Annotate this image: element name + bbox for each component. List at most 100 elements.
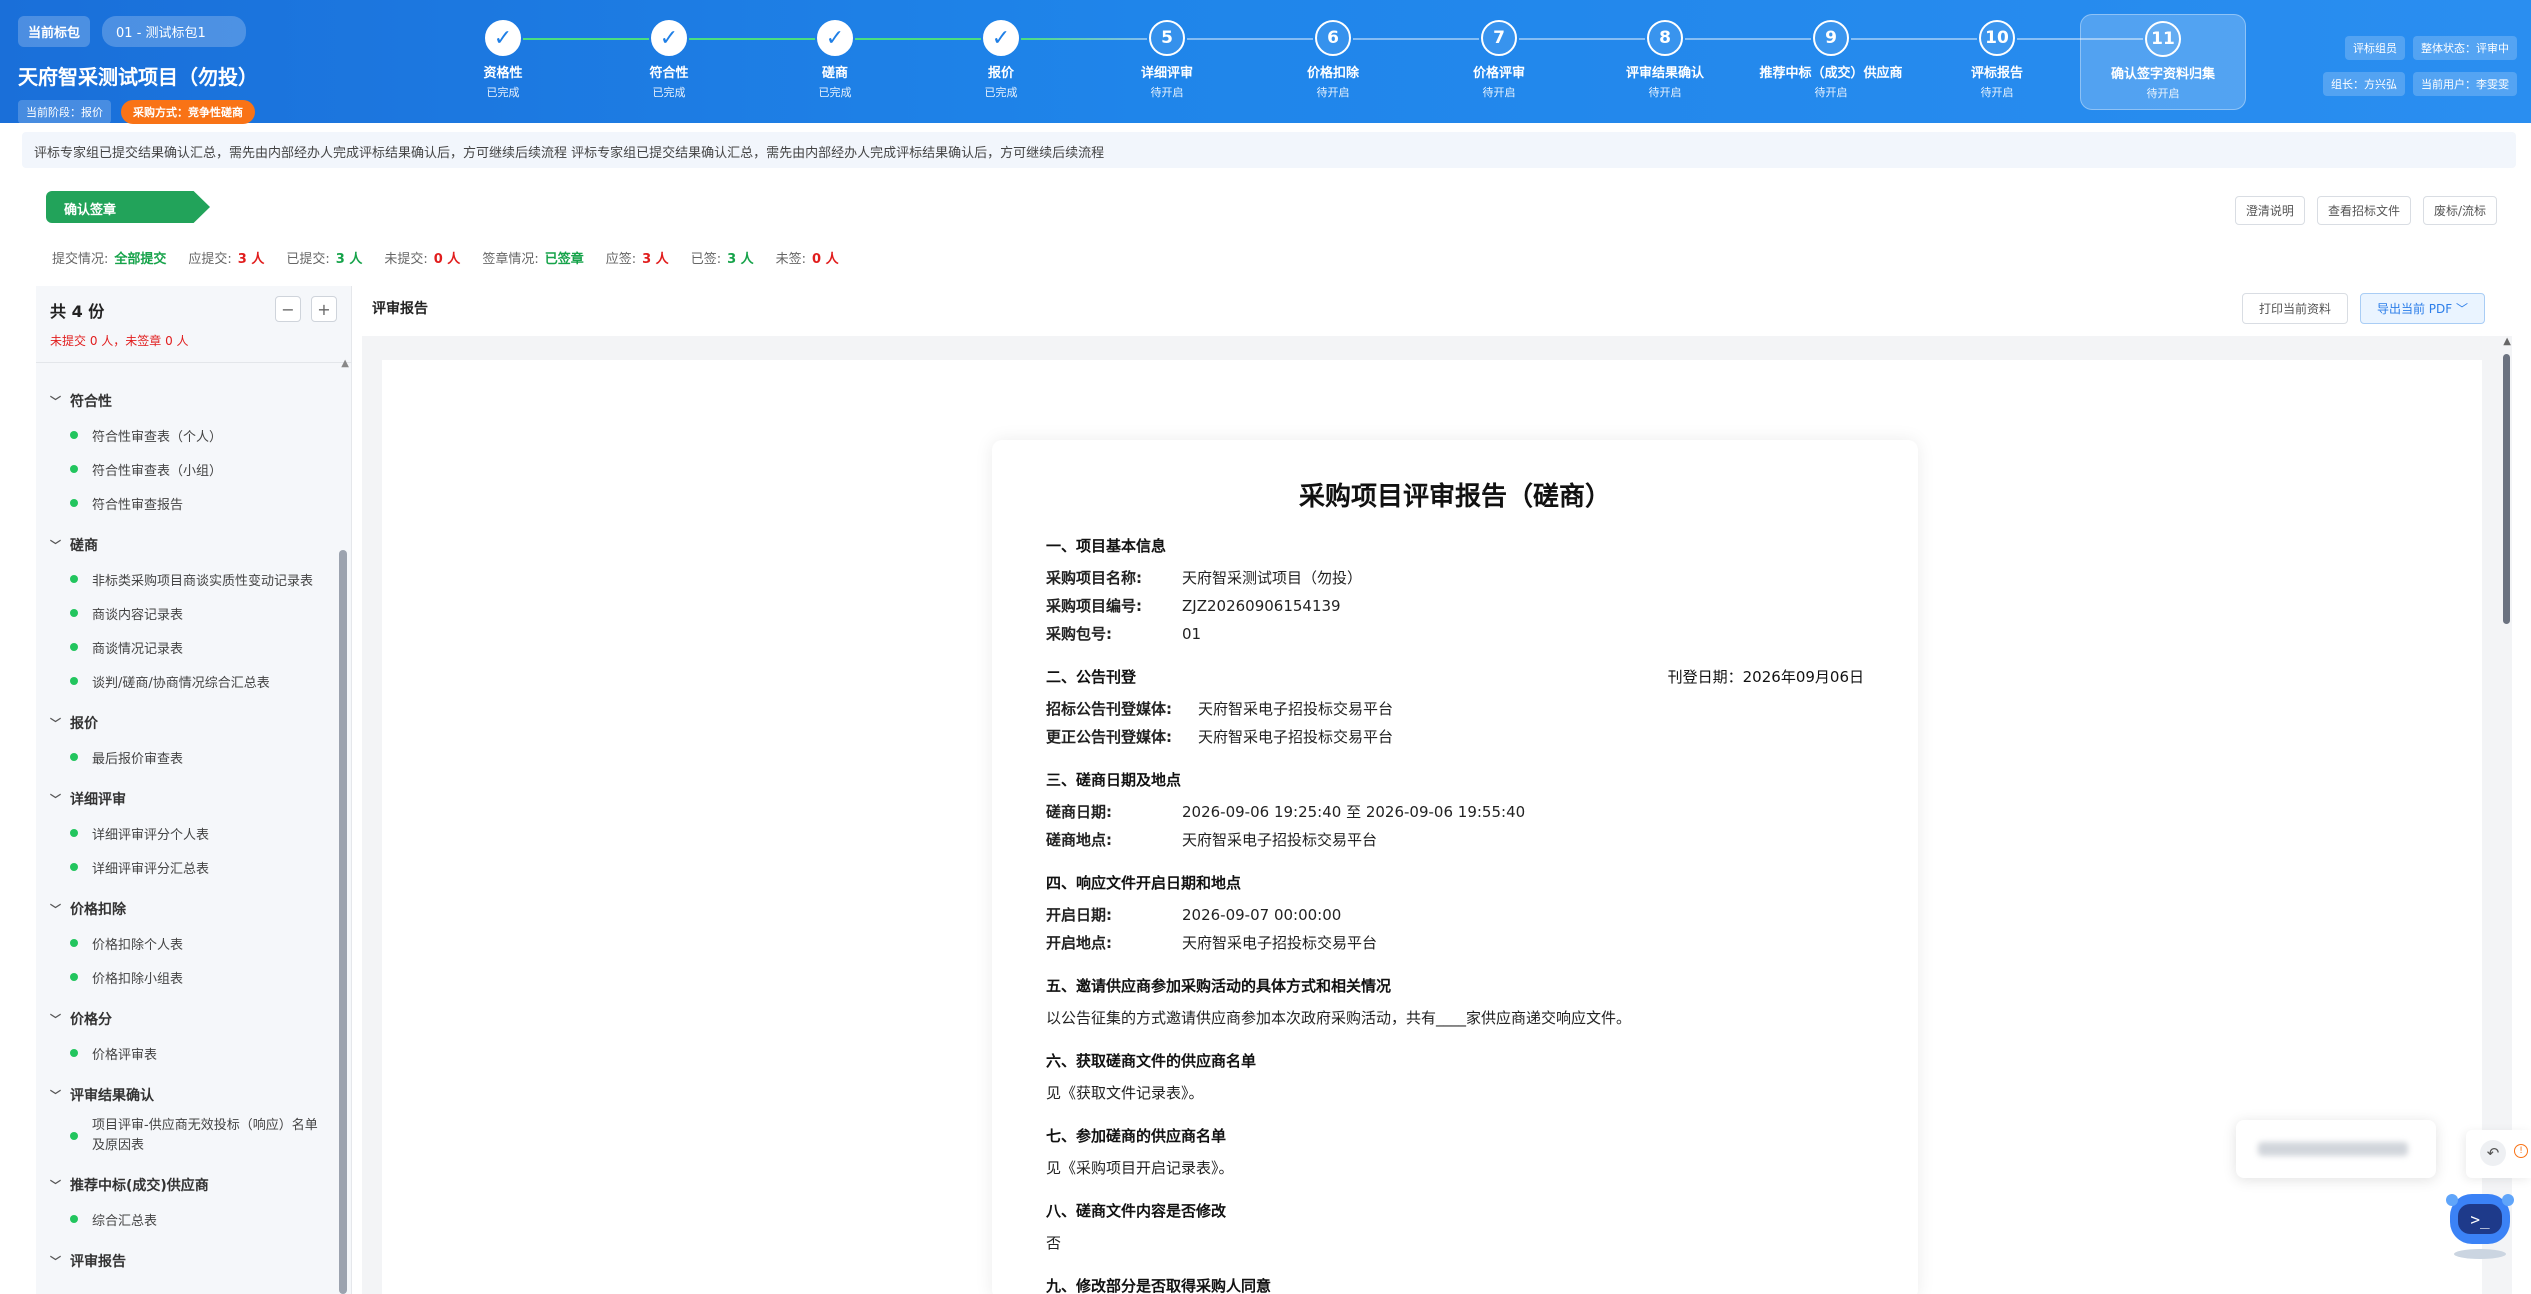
tree-item[interactable]: 符合性审查报告 [50,486,326,520]
view-tender-doc-button[interactable]: 查看招标文件 [2316,196,2411,225]
status-dot-icon [70,575,78,583]
step-name: 评审结果确认 [1625,66,1704,81]
chevron-down-icon: ﹀ [50,717,61,730]
tree-item[interactable]: 符合性审查表（小组） [50,452,326,486]
tree-group[interactable]: ﹀ 报价 [50,706,326,740]
export-pdf-button[interactable]: 导出当前 PDF ﹀ [2359,293,2485,324]
tree-item[interactable]: 详细评审评分个人表 [50,816,326,850]
status-dot-icon [70,1049,78,1057]
document-tree-panel: 共 4 份 未提交 0 人，未签章 0 人 − + ▲ ﹀ 符合性 符合性审查表（个… [36,286,352,1294]
tree-group[interactable]: ﹀ 评审结果确认 [50,1078,326,1112]
step-status: 待开启 [1150,86,1184,99]
role-chip: 评标组员 [2345,36,2405,60]
publish-date: 刊登日期：2026年09月06日 [1667,668,1864,686]
step-10[interactable]: 10 评标报告 待开启 [1914,14,2080,110]
tree-item[interactable]: 项目评审-供应商无效投标（响应）名单及原因表 [50,1112,326,1160]
clarification-button[interactable]: 澄清说明 [2234,196,2305,225]
report-title: 采购项目评审报告（磋商） [1298,482,1611,512]
assistant-robot-icon[interactable]: >_ [2440,1180,2520,1260]
step-11[interactable]: 11 确认签字资料归集 待开启 [2080,14,2246,110]
chevron-down-icon: ﹀ [50,539,61,552]
blurred-toast [2236,1120,2436,1178]
expand-all-button[interactable]: + [311,296,337,322]
document-status-summary: 未提交 0 人，未签章 0 人 [50,334,189,348]
step-number: 6 [1315,20,1351,56]
tree-group[interactable]: ﹀ 详细评审 [50,782,326,816]
undo-icon[interactable]: ↶ [2480,1140,2506,1166]
step-number: 7 [1481,20,1517,56]
report-document: 采购项目评审报告（磋商） 一、项目基本信息 采购项目名称: 天府智采测试项目（勿投… [992,440,1918,1294]
tree-group[interactable]: ﹀ 符合性 [50,384,326,418]
progress-steps: ✓ 资格性 已完成 ✓ 符合性 已完成 ✓ 磋商 已完成 ✓ 报价 已完成 5 详细评审待开启 6 价格扣除待… [420,14,2250,114]
method-badge: 采购方式：竞争性磋商 [121,100,255,124]
tree-item-label: 价格扣除个人表 [92,937,184,953]
left-scrollbar[interactable] [339,550,347,1294]
overall-status-chip: 整体状态：评审中 [2413,36,2517,60]
tree-group-label: 评审结果确认 [70,1088,154,1104]
print-button[interactable]: 打印当前资料 [2241,293,2348,324]
tree-item[interactable]: 符合性审查表（个人） [50,418,326,452]
scroll-up-arrow-icon[interactable]: ▲ [2503,336,2511,347]
step-number: 5 [1149,20,1185,56]
tree-item-label: 价格评审表 [92,1047,158,1063]
scrollbar-thumb[interactable] [2503,354,2510,624]
tree-group[interactable]: ﹀ 磋商 [50,528,326,562]
tree-group-label: 价格分 [70,1012,112,1028]
tree-item-label: 最后报价审查表 [92,751,184,767]
scroll-up-arrow-icon[interactable]: ▲ [341,358,349,369]
tree-item[interactable]: 详细评审评分汇总表 [50,850,326,884]
step-status: 待开启 [1814,86,1848,99]
step-8[interactable]: 8 评审结果确认 待开启 [1582,14,1748,110]
stat-submit: 提交情况: 全部提交 [52,252,167,267]
tree-item[interactable]: 谈判/磋商/协商情况综合汇总表 [50,664,326,698]
step-name: 详细评审 [1140,66,1193,81]
status-dot-icon [70,643,78,651]
step-4[interactable]: ✓ 报价 已完成 [918,14,1084,110]
warning-icon[interactable]: ! [2514,1144,2528,1158]
tree-group-label: 推荐中标(成交)供应商 [70,1178,209,1194]
check-icon: ✓ [983,20,1019,56]
document-count: 共 4 份 [50,302,105,321]
step-2[interactable]: ✓ 符合性 已完成 [586,14,752,110]
stat-should-sign: 应签: 3 人 [605,252,669,267]
tree-group[interactable]: ﹀ 评审报告 [50,1244,326,1278]
chevron-down-icon: ﹀ [50,395,61,408]
package-selector[interactable]: 01 - 测试标包1 [102,16,246,47]
tree-group[interactable]: ﹀ 价格扣除 [50,892,326,926]
tree-group-label: 报价 [70,716,98,732]
section-heading: 九、修改部分是否取得采购人同意 [1046,1277,1272,1294]
chevron-down-icon: ﹀ [50,903,61,916]
step-number: 9 [1813,20,1849,56]
tree-group-label: 磋商 [70,538,98,554]
step-6[interactable]: 6 价格扣除 待开启 [1250,14,1416,110]
tree-item[interactable]: 非标类采购项目商谈实质性变动记录表 [50,562,326,596]
tree-item[interactable]: 价格扣除个人表 [50,926,326,960]
paragraph: 见《采购项目开启记录表》。 [1046,1159,1234,1177]
status-dot-icon [70,431,78,439]
section-heading: 四、响应文件开启日期和地点 [1046,874,1242,892]
tree-item[interactable]: 最后报价审查表 [50,740,326,774]
step-name: 推荐中标（成交）供应商 [1759,66,1903,81]
step-7[interactable]: 7 价格评审 待开启 [1416,14,1582,110]
step-3[interactable]: ✓ 磋商 已完成 [752,14,918,110]
tree-item[interactable]: 综合汇总表 [50,1202,326,1236]
tree-group[interactable]: ﹀ 价格分 [50,1002,326,1036]
abandon-bid-button[interactable]: 废标/流标 [2422,196,2497,225]
status-dot-icon [70,1132,78,1140]
step-number: 11 [2145,21,2181,57]
step-9[interactable]: 9 推荐中标（成交）供应商 待开启 [1748,14,1914,110]
tree-item[interactable]: 商谈情况记录表 [50,630,326,664]
tree-item[interactable]: 商谈内容记录表 [50,596,326,630]
step-5[interactable]: 5 详细评审待开启 [1084,14,1250,110]
collapse-all-button[interactable]: − [275,296,301,322]
step-1[interactable]: ✓ 资格性 已完成 [420,14,586,110]
status-dot-icon [70,829,78,837]
tree-item[interactable]: 价格评审表 [50,1036,326,1070]
step-status: 已完成 [984,86,1018,99]
tree-group[interactable]: ﹀ 推荐中标(成交)供应商 [50,1168,326,1202]
section-ribbon: 确认签章 [46,191,210,223]
tree-item[interactable]: 价格扣除小组表 [50,960,326,994]
tree-item-label: 商谈情况记录表 [92,641,184,657]
stats-bar: 提交情况: 全部提交 应提交: 3 人 已提交: 3 人 未提交: 0 人 签章情况: 已… [52,248,839,267]
step-status: 已完成 [818,86,852,99]
